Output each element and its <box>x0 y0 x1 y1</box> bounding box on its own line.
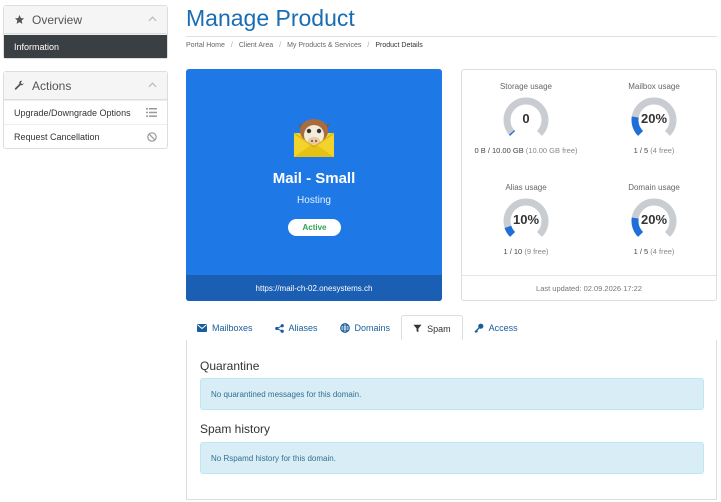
overview-panel-header[interactable]: Overview <box>4 6 167 34</box>
gauge-detail-free: (10.00 GB free) <box>525 146 578 155</box>
last-updated: Last updated: 02.09.2026 17:22 <box>462 275 716 300</box>
quarantine-alert: No quarantined messages for this domain. <box>200 378 704 410</box>
usage-card: Storage usage 0 0 B / 10.00 GB (10.00 GB… <box>461 69 717 301</box>
tab-label: Spam <box>427 323 451 334</box>
gauge-fill <box>631 217 644 237</box>
sidebar-item-label: Request Cancellation <box>14 131 100 142</box>
gauge-detail: 1 / 5 (4 free) <box>590 145 718 156</box>
share-icon <box>274 323 284 333</box>
mailbox-usage-gauge: Mailbox usage 20% 1 / 5 (4 free) <box>590 82 718 156</box>
breadcrumb-portal-home[interactable]: Portal Home <box>186 42 225 49</box>
actions-panel: Actions Upgrade/Downgrade Options Reques… <box>3 71 168 149</box>
gauge-detail: 1 / 5 (4 free) <box>590 246 718 257</box>
gauge-detail-free: (9 free) <box>524 247 549 256</box>
gauge-dial: 0 <box>503 97 549 136</box>
tab-label: Aliases <box>288 323 318 333</box>
product-card: Mail - Small Hosting Active https://mail… <box>186 69 442 301</box>
sidebar-item-request-cancellation[interactable]: Request Cancellation <box>4 124 167 148</box>
tab-spam[interactable]: Spam <box>401 315 463 342</box>
gauge-fill <box>508 130 516 136</box>
breadcrumb-separator: / <box>279 42 282 49</box>
sidebar-item-label: Information <box>14 41 60 52</box>
breadcrumb-separator: / <box>230 42 233 49</box>
chevron-up-icon[interactable] <box>148 14 157 25</box>
tab-mailboxes[interactable]: Mailboxes <box>186 315 264 341</box>
gauge-detail-amount: 1 / 5 <box>633 146 649 155</box>
gauge-label: Storage usage <box>499 82 553 91</box>
spam-tab-content: Quarantine No quarantined messages for t… <box>186 340 717 500</box>
globe-icon <box>339 323 350 333</box>
gauge-detail-free: (4 free) <box>650 247 675 256</box>
breadcrumb-client-area[interactable]: Client Area <box>239 42 273 49</box>
gauge-label: Domain usage <box>628 183 680 192</box>
spam-history-heading: Spam history <box>200 422 271 436</box>
product-name: Mail - Small <box>272 170 356 187</box>
key-icon <box>474 323 484 333</box>
tab-label: Domains <box>354 323 391 333</box>
actions-panel-header[interactable]: Actions <box>4 72 167 100</box>
gauge-value: 10% <box>513 212 539 227</box>
sidebar-item-upgrade-downgrade[interactable]: Upgrade/Downgrade Options <box>4 100 167 124</box>
gauge-detail-amount: 1 / 5 <box>633 247 649 256</box>
status-badge: Active <box>288 219 341 236</box>
domain-usage-gauge: Domain usage 20% 1 / 5 (4 free) <box>590 183 718 257</box>
gauge-label: Alias usage <box>505 183 547 192</box>
sidebar-item-information[interactable]: Information <box>4 34 167 58</box>
breadcrumb-separator: / <box>367 42 370 49</box>
overview-panel-title: Overview <box>32 12 83 27</box>
ban-icon <box>147 131 157 142</box>
gauge-fill <box>631 116 644 136</box>
overview-panel: Overview Information <box>3 5 168 59</box>
breadcrumb: Portal Home / Client Area / My Products … <box>186 42 423 49</box>
title-divider <box>186 36 717 37</box>
breadcrumb-my-products[interactable]: My Products & Services <box>287 42 361 49</box>
page-title: Manage Product <box>186 5 355 31</box>
tab-access[interactable]: Access <box>463 315 529 341</box>
envelope-icon <box>197 324 207 332</box>
wrench-icon <box>14 80 26 91</box>
sidebar-item-label: Upgrade/Downgrade Options <box>14 107 131 118</box>
product-tabs: Mailboxes Aliases Domains Spam Access <box>186 315 717 342</box>
spam-history-alert: No Rspamd history for this domain. <box>200 442 704 474</box>
tab-label: Access <box>488 323 518 333</box>
tab-label: Mailboxes <box>212 323 253 333</box>
gauge-detail-amount: 1 / 10 <box>503 247 523 256</box>
actions-panel-title: Actions <box>32 78 72 93</box>
tab-aliases[interactable]: Aliases <box>264 315 329 341</box>
gauge-dial: 20% <box>631 198 677 237</box>
mailcow-logo-icon <box>290 111 338 161</box>
gauge-label: Mailbox usage <box>628 82 680 91</box>
gauge-dial: 20% <box>631 97 677 136</box>
gauge-detail-free: (4 free) <box>650 146 675 155</box>
gauge-value: 0 <box>522 111 529 126</box>
storage-usage-gauge: Storage usage 0 0 B / 10.00 GB (10.00 GB… <box>462 82 590 156</box>
tab-domains[interactable]: Domains <box>329 315 402 341</box>
product-group: Hosting <box>297 195 331 206</box>
chevron-up-icon[interactable] <box>148 80 157 91</box>
product-url-link[interactable]: https://mail-ch-02.onesystems.ch <box>186 275 442 301</box>
breadcrumb-current: Product Details <box>375 42 423 49</box>
gauge-dial: 10% <box>503 198 549 237</box>
star-icon <box>14 14 26 25</box>
gauge-detail-amount: 0 B / 10.00 GB <box>474 146 524 155</box>
gauge-detail: 0 B / 10.00 GB (10.00 GB free) <box>462 145 590 156</box>
gauge-value: 20% <box>641 111 667 126</box>
gauge-fill <box>504 225 516 237</box>
list-icon <box>146 108 157 117</box>
quarantine-heading: Quarantine <box>200 359 260 373</box>
alias-usage-gauge: Alias usage 10% 1 / 10 (9 free) <box>462 183 590 257</box>
gauge-detail: 1 / 10 (9 free) <box>462 246 590 257</box>
filter-icon <box>413 324 422 333</box>
gauge-value: 20% <box>641 212 667 227</box>
